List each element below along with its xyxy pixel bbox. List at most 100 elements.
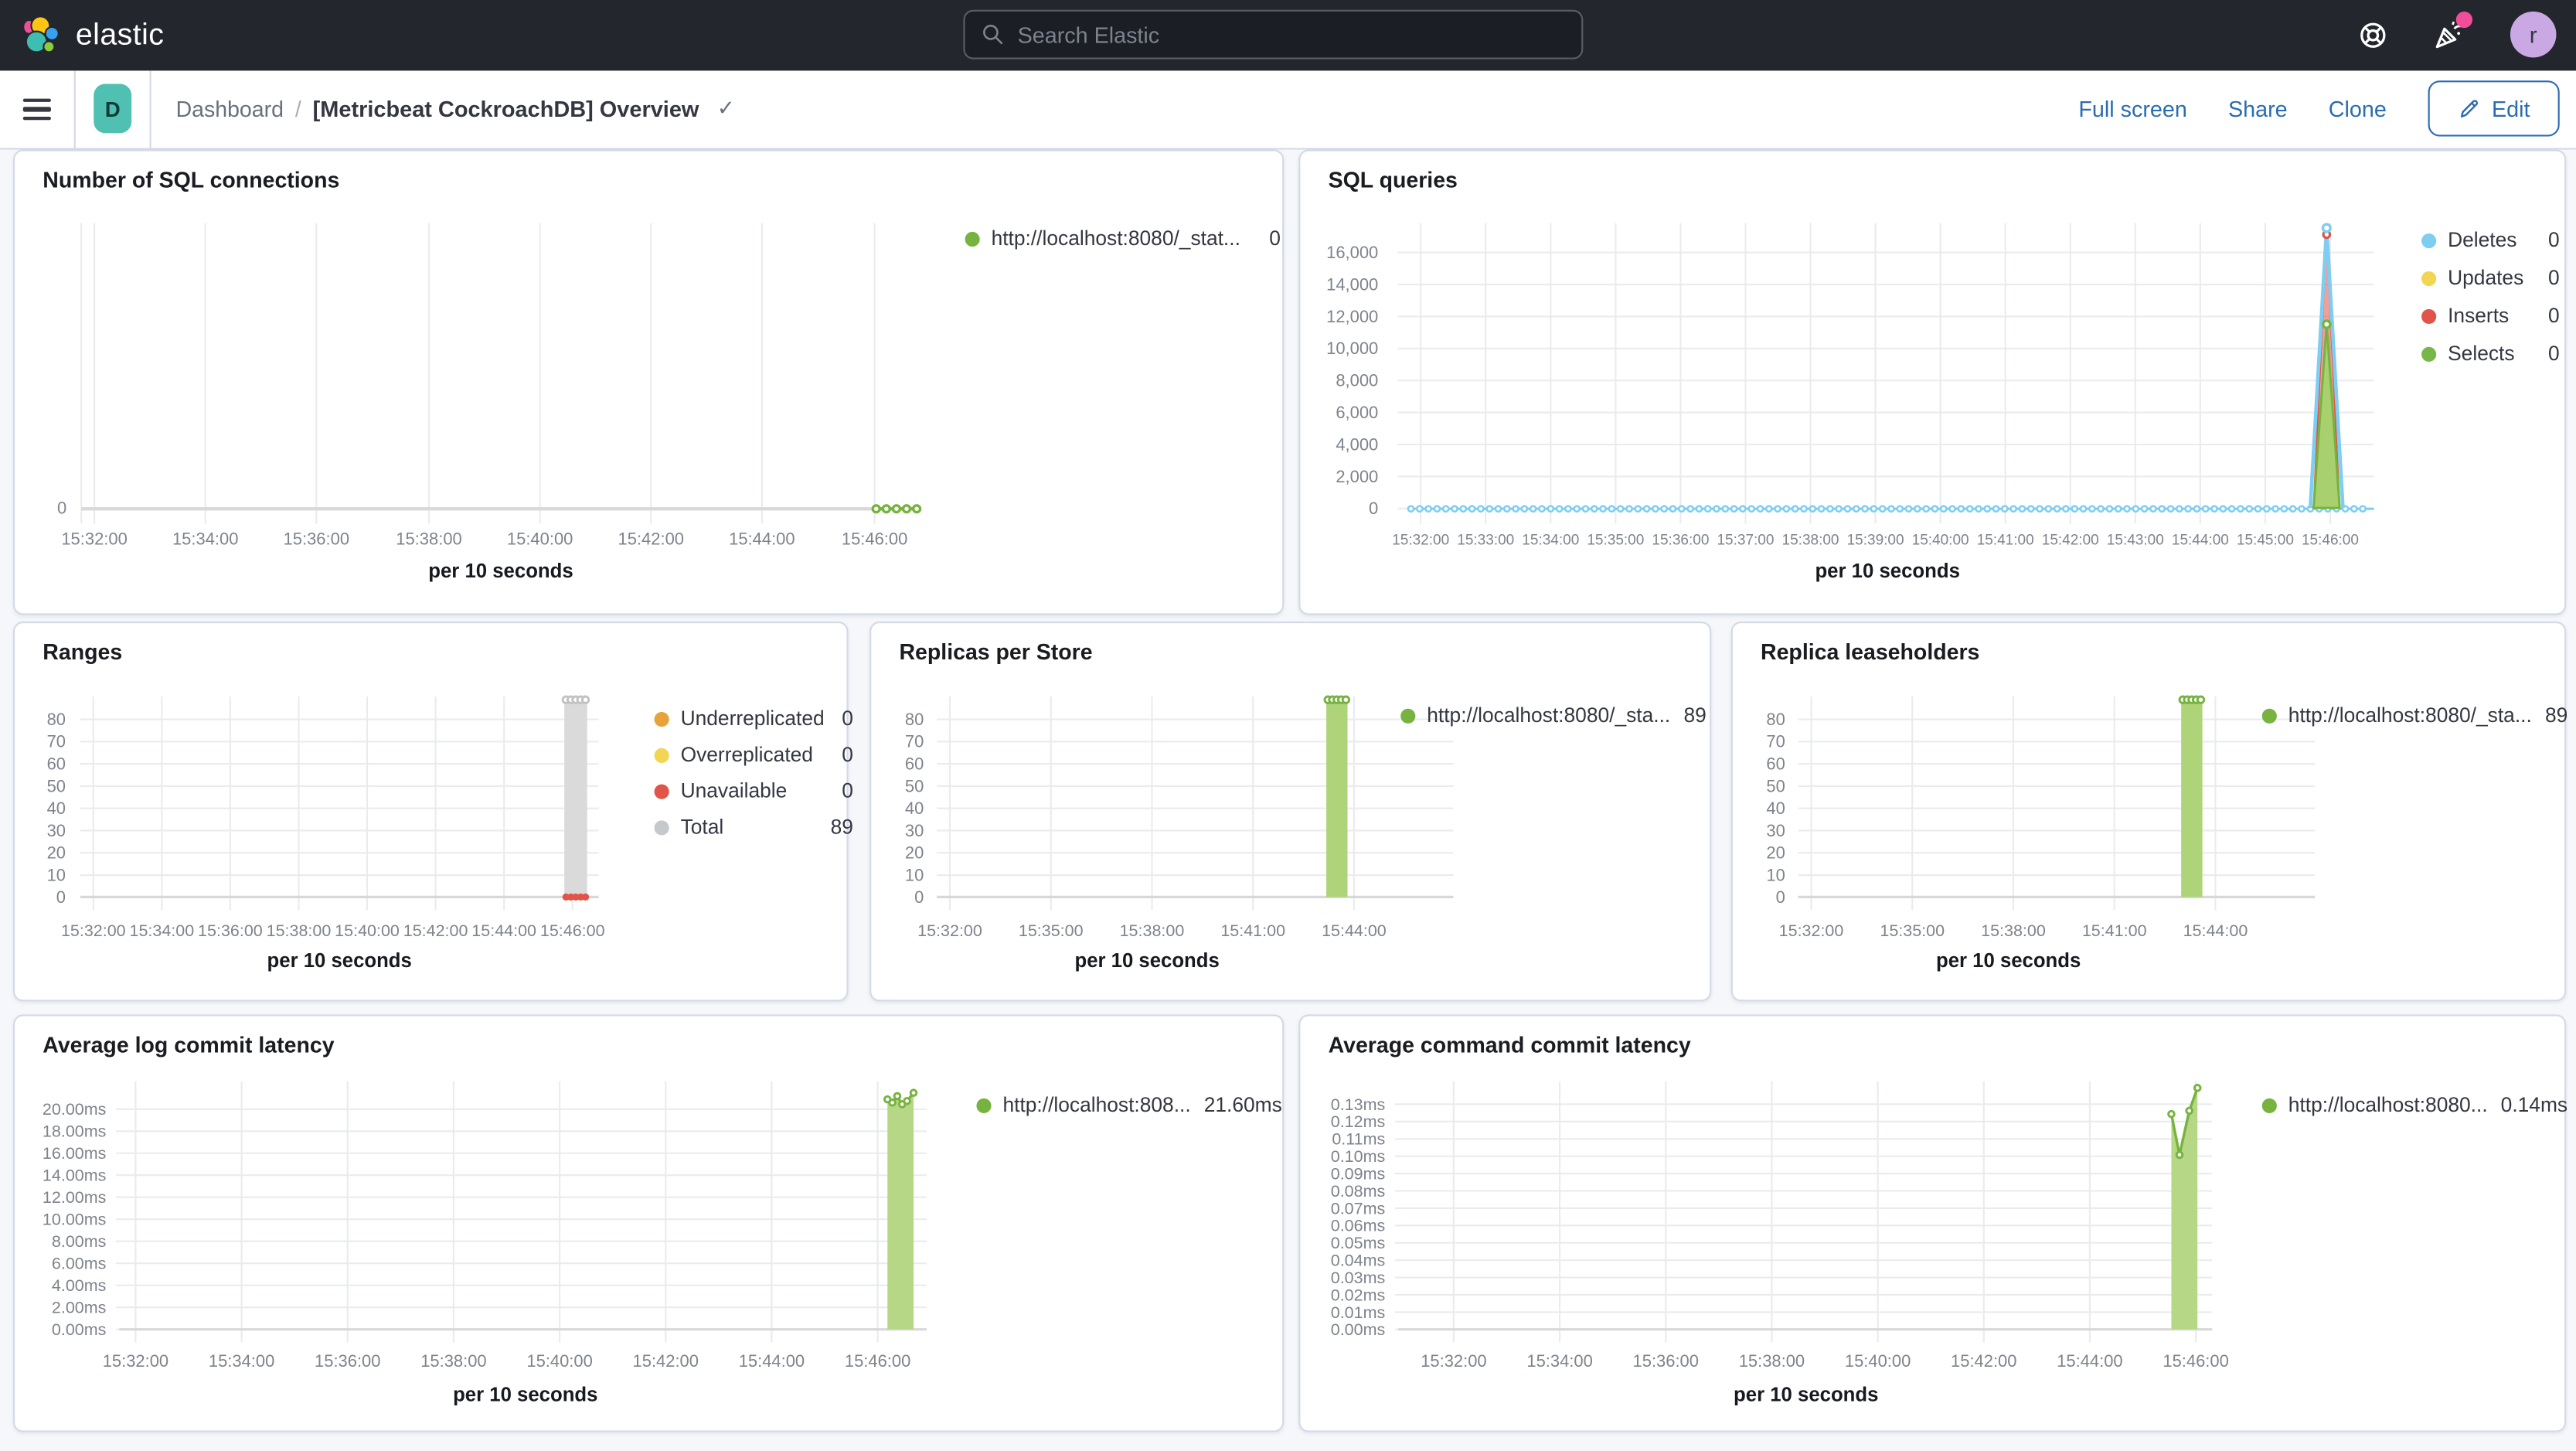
svg-text:2.00ms: 2.00ms [52, 1299, 107, 1317]
legend-item[interactable]: Underreplicated 0 [654, 707, 853, 730]
share-button[interactable]: Share [2228, 97, 2288, 121]
panel-sql-queries: 16,000 14,000 12,000 10,000 8,000 6,000 4,000 2… [1298, 149, 2567, 615]
svg-text:15:42:00: 15:42:00 [633, 1351, 699, 1371]
svg-text:15:44:00: 15:44:00 [739, 1351, 805, 1371]
svg-text:0.10ms: 0.10ms [1331, 1147, 1386, 1166]
clone-button[interactable]: Clone [2329, 97, 2387, 121]
svg-text:0.13ms: 0.13ms [1331, 1095, 1386, 1114]
panel-title: Average command commit latency [1328, 1032, 1691, 1058]
legend-item[interactable]: Unavailable 0 [654, 779, 853, 802]
svg-text:60: 60 [1766, 754, 1785, 773]
svg-text:14.00ms: 14.00ms [43, 1167, 107, 1185]
replica-leaseholders-chart: 80 70 60 50 40 30 20 10 0 15:32:00 15:35:00 15:38:0… [1766, 695, 2316, 972]
pencil-icon [2460, 100, 2478, 118]
legend-item[interactable]: Total 89 [654, 816, 853, 839]
svg-text:30: 30 [905, 821, 924, 840]
svg-text:0.09ms: 0.09ms [1331, 1164, 1386, 1183]
user-avatar[interactable]: r [2510, 12, 2557, 59]
series-color-dot [2261, 707, 2277, 723]
elastic-logo[interactable]: elastic [0, 15, 164, 56]
svg-text:80: 80 [905, 710, 924, 729]
svg-text:15:37:00: 15:37:00 [1717, 533, 1774, 549]
brand-text: elastic [75, 16, 165, 52]
svg-text:0.02ms: 0.02ms [1331, 1286, 1386, 1304]
svg-text:15:38:00: 15:38:00 [267, 921, 332, 940]
svg-text:18.00ms: 18.00ms [43, 1122, 107, 1141]
svg-text:15:44:00: 15:44:00 [729, 530, 795, 549]
svg-text:0: 0 [914, 887, 924, 907]
svg-text:15:36:00: 15:36:00 [1652, 533, 1709, 549]
legend-item[interactable]: http://localhost:8080/_sta... 89 [1400, 703, 1707, 727]
svg-text:per 10 seconds: per 10 seconds [1734, 1385, 1878, 1406]
dashboard-toolbar: D Dashboard / [Metricbeat CockroachDB] O… [0, 70, 2576, 150]
svg-text:15:32:00: 15:32:00 [61, 921, 126, 940]
space-badge: D [94, 84, 132, 135]
svg-text:20: 20 [1766, 843, 1785, 863]
svg-text:0: 0 [1776, 887, 1785, 907]
kibana-dashboard: elastic Search Elastic r D Dashboard / [… [0, 0, 2576, 1451]
svg-text:15:40:00: 15:40:00 [1845, 1351, 1911, 1371]
svg-text:10.00ms: 10.00ms [43, 1211, 107, 1229]
svg-text:16.00ms: 16.00ms [43, 1144, 107, 1163]
series-color-dot [654, 747, 669, 762]
legend-item[interactable]: Inserts 0 [2421, 304, 2560, 327]
series-color-dot [654, 819, 669, 835]
legend-item[interactable]: Overreplicated 0 [654, 743, 853, 766]
series-color-dot [654, 783, 669, 799]
svg-text:80: 80 [47, 710, 66, 729]
svg-text:40: 40 [47, 799, 66, 818]
navbar-icons: r [2356, 0, 2557, 70]
svg-text:15:41:00: 15:41:00 [2082, 921, 2147, 940]
help-icon[interactable] [2356, 19, 2389, 52]
edit-button[interactable]: Edit [2428, 81, 2560, 138]
svg-text:15:43:00: 15:43:00 [2107, 533, 2164, 549]
global-search[interactable] [963, 9, 1584, 60]
svg-text:70: 70 [1766, 732, 1785, 751]
svg-text:15:42:00: 15:42:00 [2042, 533, 2099, 549]
svg-text:20.00ms: 20.00ms [43, 1100, 107, 1119]
svg-text:0: 0 [56, 887, 66, 907]
svg-text:15:44:00: 15:44:00 [1322, 921, 1387, 940]
svg-text:15:33:00: 15:33:00 [1457, 533, 1514, 549]
svg-text:15:36:00: 15:36:00 [315, 1351, 380, 1371]
series-color-dot [976, 1097, 992, 1112]
newsfeed-icon[interactable] [2433, 12, 2473, 52]
svg-text:6.00ms: 6.00ms [52, 1255, 107, 1273]
panel-title: Ranges [43, 639, 123, 665]
svg-text:10,000: 10,000 [1326, 339, 1378, 358]
svg-text:8.00ms: 8.00ms [52, 1232, 107, 1251]
series-color-dot [2421, 308, 2437, 323]
svg-text:70: 70 [47, 732, 66, 751]
svg-text:15:39:00: 15:39:00 [1847, 533, 1904, 549]
sql-queries-chart: 16,000 14,000 12,000 10,000 8,000 6,000 4,000 2… [1326, 223, 2374, 582]
full-screen-button[interactable]: Full screen [2078, 97, 2186, 121]
svg-text:15:34:00: 15:34:00 [1522, 533, 1579, 549]
series-color-dot [2261, 1097, 2277, 1112]
svg-text:15:46:00: 15:46:00 [2163, 1351, 2228, 1371]
legend-item[interactable]: http://localhost:8080/_sta... 89 [2261, 703, 2567, 727]
breadcrumb: Dashboard / [Metricbeat CockroachDB] Ove… [151, 96, 735, 122]
legend-item[interactable]: http://localhost:8080/_stat... 0 [965, 227, 1281, 250]
svg-text:15:40:00: 15:40:00 [335, 921, 400, 940]
svg-text:15:44:00: 15:44:00 [2172, 533, 2229, 549]
breadcrumb-dashboard[interactable]: Dashboard [176, 97, 284, 121]
legend-item[interactable]: http://localhost:808... 21.60ms [976, 1093, 1282, 1116]
space-switcher[interactable]: D [76, 84, 150, 135]
notification-badge [2455, 12, 2473, 29]
avatar-initial: r [2529, 22, 2537, 49]
page-title: [Metricbeat CockroachDB] Overview [312, 97, 699, 122]
svg-text:per 10 seconds: per 10 seconds [1075, 950, 1220, 972]
legend: Deletes 0 Updates 0 Inserts 0 Selects 0 [2421, 229, 2560, 365]
svg-text:16,000: 16,000 [1326, 243, 1378, 262]
svg-text:70: 70 [905, 732, 924, 751]
svg-text:0.01ms: 0.01ms [1331, 1303, 1386, 1322]
legend-item[interactable]: http://localhost:8080... 0.14ms [2261, 1093, 2567, 1116]
svg-text:10: 10 [905, 865, 924, 884]
panel-avg-log-commit-latency: 20.00ms 18.00ms 16.00ms 14.00ms 12.00ms 10.00… [13, 1014, 1285, 1432]
legend-item[interactable]: Updates 0 [2421, 267, 2560, 289]
menu-icon[interactable] [0, 70, 74, 148]
legend-item[interactable]: Selects 0 [2421, 342, 2560, 365]
svg-text:15:35:00: 15:35:00 [1019, 921, 1084, 940]
legend-item[interactable]: Deletes 0 [2421, 229, 2560, 251]
search-input[interactable] [1017, 22, 1565, 47]
